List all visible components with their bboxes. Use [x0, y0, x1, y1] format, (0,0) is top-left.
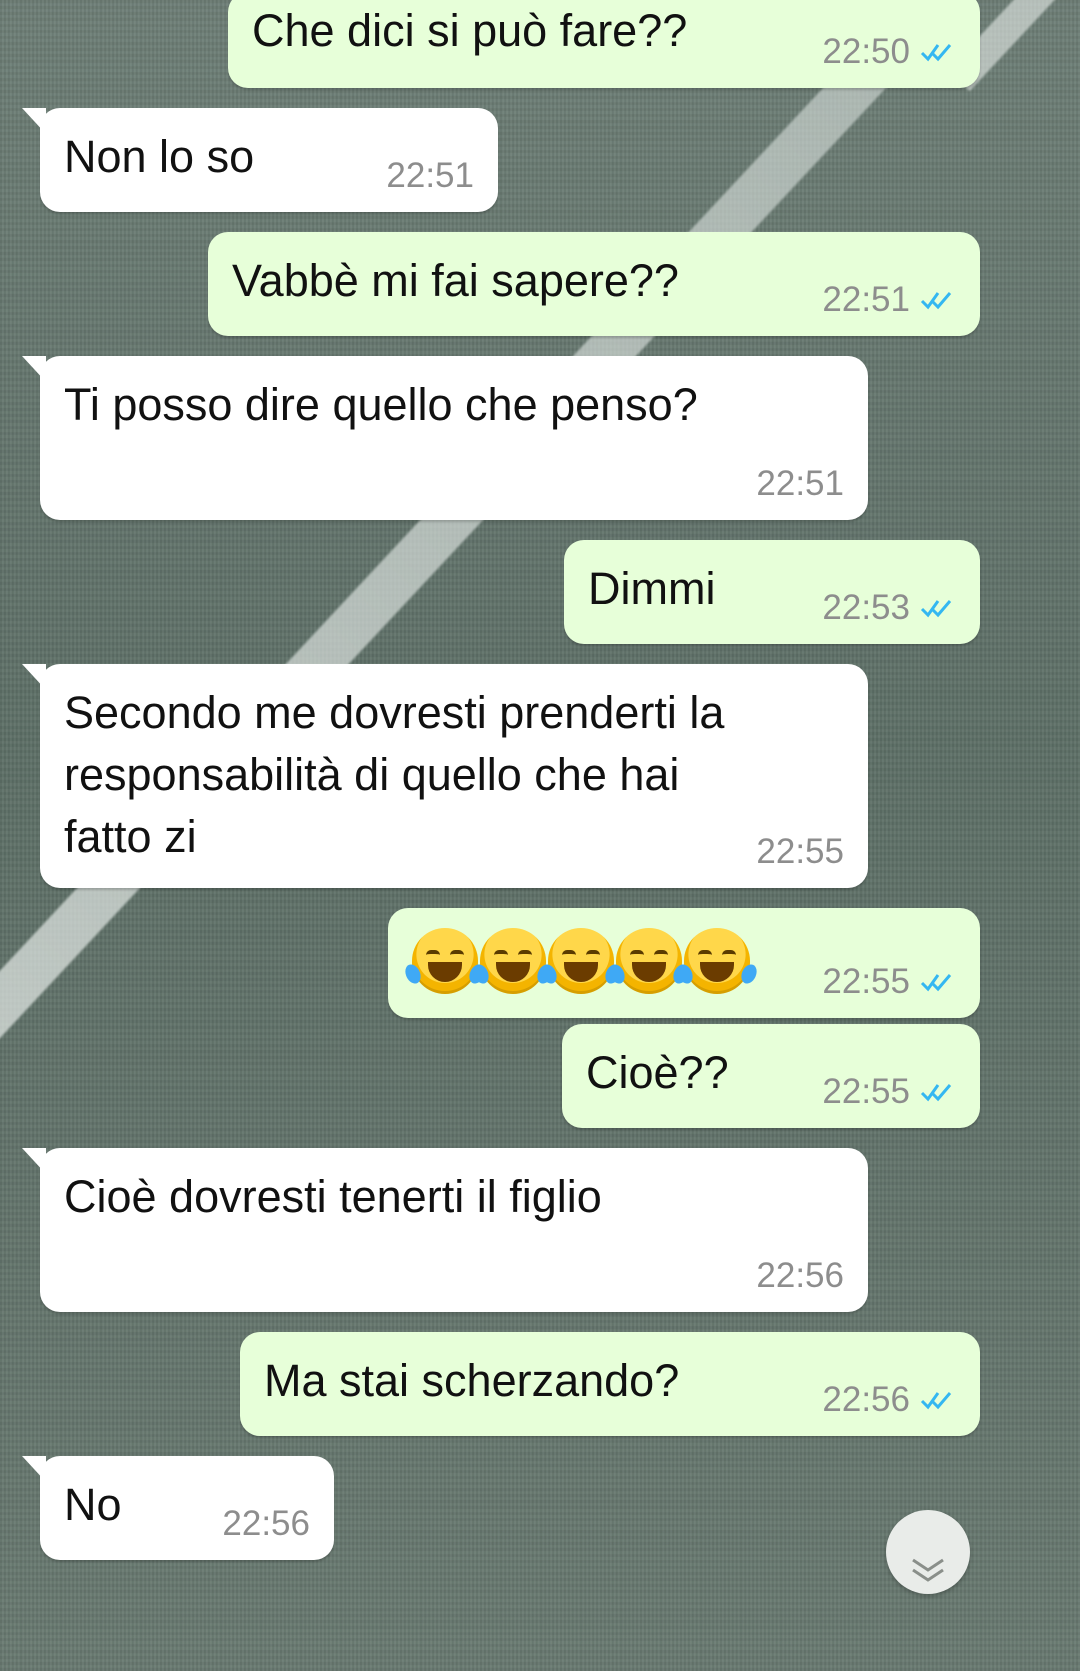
message-time: 22:51 [386, 156, 474, 195]
message-text: Dimmi [588, 563, 716, 614]
message-bubble-outgoing[interactable]: Dimmi 22:53 [564, 540, 980, 644]
message-time: 22:56 [222, 1504, 310, 1543]
face-with-tears-of-joy-icon [538, 928, 624, 994]
message-time: 22:56 [756, 1256, 844, 1295]
message-bubble-incoming[interactable]: No 22:56 [22, 1456, 334, 1560]
message-text: Secondo me dovresti prenderti la respons… [64, 687, 725, 862]
message-bubble-outgoing[interactable]: Che dici si può fare?? 22:50 [228, 0, 980, 88]
emoji-row [402, 928, 760, 994]
read-double-check-icon [920, 1389, 956, 1411]
message-text: Cioè dovresti tenerti il figlio [64, 1171, 602, 1222]
message-text: Vabbè mi fai sapere?? [232, 255, 679, 306]
read-double-check-icon [920, 1081, 956, 1103]
read-double-check-icon [920, 41, 956, 63]
message-bubble-outgoing[interactable]: Cioè?? 22:55 [562, 1024, 980, 1128]
message-text: Ti posso dire quello che penso? [64, 379, 698, 430]
scroll-to-bottom-button[interactable] [886, 1510, 970, 1594]
message-time: 22:50 [822, 32, 910, 71]
message-text: Che dici si può fare?? [252, 5, 688, 56]
message-time: 22:51 [822, 280, 910, 319]
message-bubble-outgoing[interactable]: Vabbè mi fai sapere?? 22:51 [208, 232, 980, 336]
face-with-tears-of-joy-icon [402, 928, 488, 994]
message-time: 22:56 [822, 1380, 910, 1419]
message-time: 22:55 [756, 832, 844, 871]
message-time: 22:51 [756, 464, 844, 503]
face-with-tears-of-joy-icon [674, 928, 760, 994]
face-with-tears-of-joy-icon [470, 928, 556, 994]
message-time: 22:53 [822, 588, 910, 627]
face-with-tears-of-joy-icon [606, 928, 692, 994]
message-text: Ma stai scherzando? [264, 1355, 680, 1406]
message-text: Cioè?? [586, 1047, 729, 1098]
read-double-check-icon [920, 289, 956, 311]
message-bubble-incoming[interactable]: Secondo me dovresti prenderti la respons… [22, 664, 868, 888]
message-text: Non lo so [64, 131, 255, 182]
read-double-check-icon [920, 597, 956, 619]
message-text: No [64, 1479, 122, 1530]
message-bubble-incoming[interactable]: Non lo so 22:51 [22, 108, 498, 212]
message-bubble-outgoing[interactable]: Ma stai scherzando? 22:56 [240, 1332, 980, 1436]
chevron-double-down-icon [912, 1558, 944, 1582]
message-bubble-incoming[interactable]: Ti posso dire quello che penso? 22:51 [22, 356, 868, 520]
message-bubble-incoming[interactable]: Cioè dovresti tenerti il figlio 22:56 [22, 1148, 868, 1312]
message-time: 22:55 [822, 1072, 910, 1111]
message-bubble-outgoing[interactable]: 22:55 [388, 908, 980, 1018]
read-double-check-icon [920, 971, 956, 993]
message-time: 22:55 [822, 962, 910, 1001]
